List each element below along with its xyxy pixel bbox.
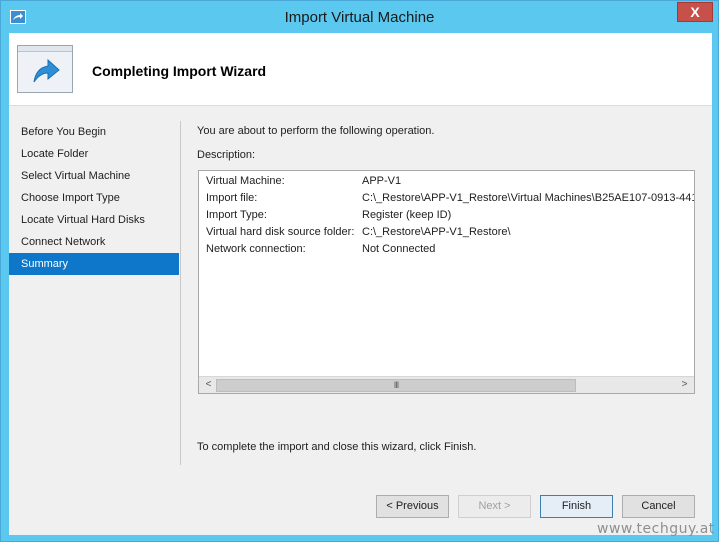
- detail-key: Import Type:: [206, 209, 267, 221]
- scroll-right-icon[interactable]: >: [677, 378, 692, 393]
- description-box[interactable]: Virtual Machine: APP-V1 Import file: C:\…: [198, 170, 695, 394]
- window-title: Import Virtual Machine: [284, 9, 435, 26]
- detail-value: C:\_Restore\APP-V1_Restore\Virtual Machi…: [362, 192, 695, 204]
- grip-icon: III: [393, 380, 400, 390]
- intro-text: You are about to perform the following o…: [197, 125, 435, 137]
- finish-instructions: To complete the import and close this wi…: [197, 441, 477, 453]
- description-label: Description:: [197, 149, 256, 161]
- import-wizard-arrow-icon: [17, 45, 73, 93]
- detail-key: Network connection:: [206, 243, 306, 255]
- wizard-header: Completing Import Wizard: [9, 33, 712, 106]
- import-vm-window: Import Virtual Machine X Completing Impo…: [0, 0, 719, 542]
- close-icon: X: [690, 4, 700, 20]
- finish-button[interactable]: Finish: [540, 495, 613, 518]
- nav-item-locate-virtual-hard-disks[interactable]: Locate Virtual Hard Disks: [9, 209, 179, 231]
- nav-item-choose-import-type[interactable]: Choose Import Type: [9, 187, 179, 209]
- detail-key: Import file:: [206, 192, 258, 204]
- scroll-thumb[interactable]: III: [216, 379, 576, 392]
- previous-button[interactable]: < Previous: [376, 495, 449, 518]
- detail-value: Register (keep ID): [362, 209, 452, 221]
- wizard-steps-nav: Before You Begin Locate Folder Select Vi…: [9, 121, 179, 275]
- horizontal-scrollbar[interactable]: < III >: [199, 376, 694, 393]
- scroll-left-icon[interactable]: <: [201, 378, 216, 393]
- nav-item-locate-folder[interactable]: Locate Folder: [9, 143, 179, 165]
- nav-item-connect-network[interactable]: Connect Network: [9, 231, 179, 253]
- nav-item-summary[interactable]: Summary: [9, 253, 179, 275]
- detail-value: Not Connected: [362, 243, 436, 255]
- detail-value: C:\_Restore\APP-V1_Restore\: [362, 226, 511, 238]
- nav-item-before-you-begin[interactable]: Before You Begin: [9, 121, 179, 143]
- detail-key: Virtual Machine:: [206, 175, 285, 187]
- detail-value: APP-V1: [362, 175, 402, 187]
- close-button[interactable]: X: [677, 2, 713, 22]
- nav-divider: [180, 121, 181, 465]
- title-bar[interactable]: Import Virtual Machine X: [1, 1, 718, 33]
- page-title: Completing Import Wizard: [92, 63, 267, 79]
- detail-key: Virtual hard disk source folder:: [206, 226, 355, 238]
- nav-item-select-virtual-machine[interactable]: Select Virtual Machine: [9, 165, 179, 187]
- cancel-button[interactable]: Cancel: [622, 495, 695, 518]
- watermark: www.techguy.at: [597, 521, 715, 537]
- next-button[interactable]: Next >: [458, 495, 531, 518]
- wizard-body: Completing Import Wizard Before You Begi…: [9, 33, 712, 535]
